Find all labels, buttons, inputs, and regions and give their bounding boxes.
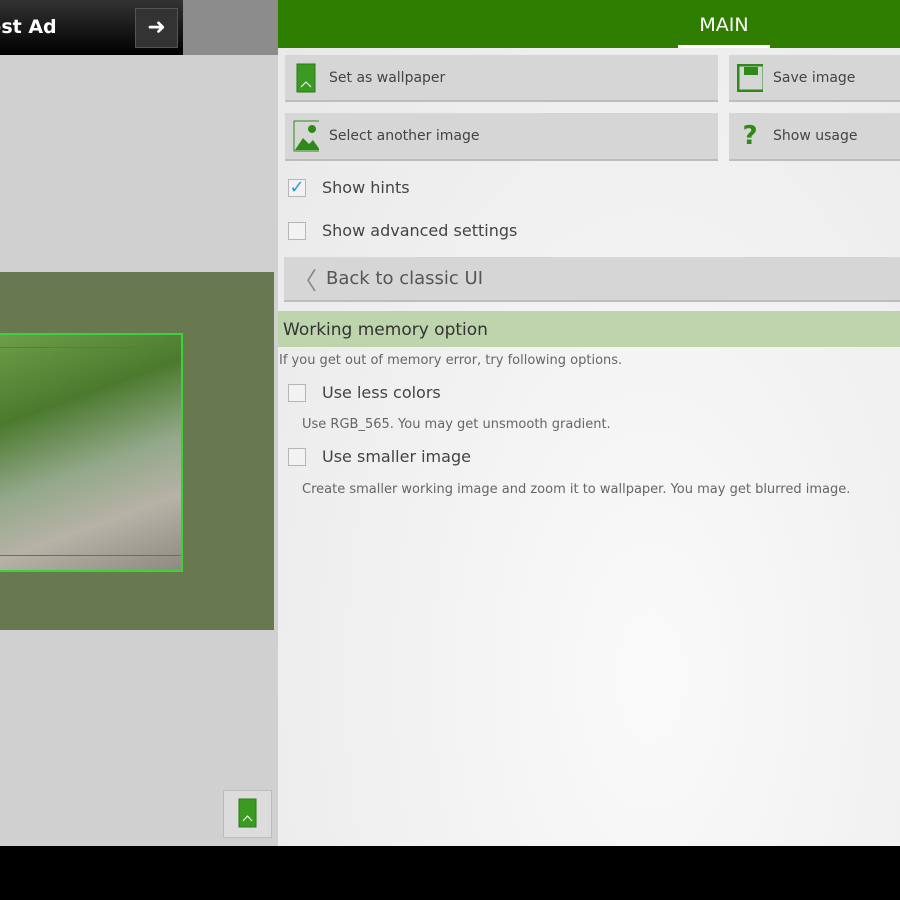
tab-main[interactable]: MAIN <box>678 0 770 48</box>
crop-image[interactable] <box>0 333 183 572</box>
arrow-right-icon: ➜ <box>147 15 166 40</box>
checkbox-checked[interactable]: ✓ <box>288 177 306 198</box>
show-usage-button[interactable]: ? Show usage <box>729 113 900 161</box>
system-nav-bar <box>0 846 900 900</box>
wallpaper-icon <box>293 62 319 94</box>
ad-spacer <box>183 0 278 55</box>
back-classic-button[interactable]: 〈 Back to classic UI <box>284 257 900 302</box>
set-wallpaper-label: Set as wallpaper <box>329 69 446 86</box>
smaller-image-label: Use smaller image <box>322 447 471 466</box>
smaller-image-hint: Create smaller working image and zoom it… <box>302 482 851 497</box>
image-icon <box>293 120 319 152</box>
smaller-image-checkbox[interactable]: Use smaller image <box>288 447 471 466</box>
back-classic-label: Back to classic UI <box>326 268 483 289</box>
show-hints-label: Show hints <box>322 178 410 197</box>
checkbox[interactable] <box>288 447 306 466</box>
less-colors-checkbox[interactable]: Use less colors <box>288 383 441 402</box>
set-wallpaper-quick-button[interactable] <box>223 790 272 838</box>
app-header <box>278 0 900 48</box>
select-image-button[interactable]: Select another image <box>285 113 718 161</box>
checkbox[interactable] <box>288 221 306 240</box>
select-image-label: Select another image <box>329 128 480 144</box>
section-description: If you get out of memory error, try foll… <box>279 353 623 368</box>
chevron-left-icon: 〈 <box>293 267 317 295</box>
show-hints-checkbox[interactable]: ✓ Show hints <box>288 177 410 198</box>
save-image-label: Save image <box>773 69 856 86</box>
save-icon <box>737 62 763 94</box>
advanced-settings-checkbox[interactable]: Show advanced settings <box>288 221 517 240</box>
ad-label: Test Ad <box>0 16 57 38</box>
wallpaper-icon <box>238 798 257 828</box>
section-header: Working memory option <box>278 311 900 347</box>
less-colors-label: Use less colors <box>322 383 441 402</box>
show-usage-label: Show usage <box>773 128 858 144</box>
checkbox[interactable] <box>288 383 306 402</box>
advanced-settings-label: Show advanced settings <box>322 221 518 240</box>
ad-next-button[interactable]: ➜ <box>135 8 178 48</box>
set-wallpaper-button[interactable]: Set as wallpaper <box>285 55 718 102</box>
less-colors-hint: Use RGB_565. You may get unsmooth gradie… <box>302 417 611 432</box>
question-icon: ? <box>742 121 758 151</box>
save-image-button[interactable]: Save image <box>729 55 900 102</box>
